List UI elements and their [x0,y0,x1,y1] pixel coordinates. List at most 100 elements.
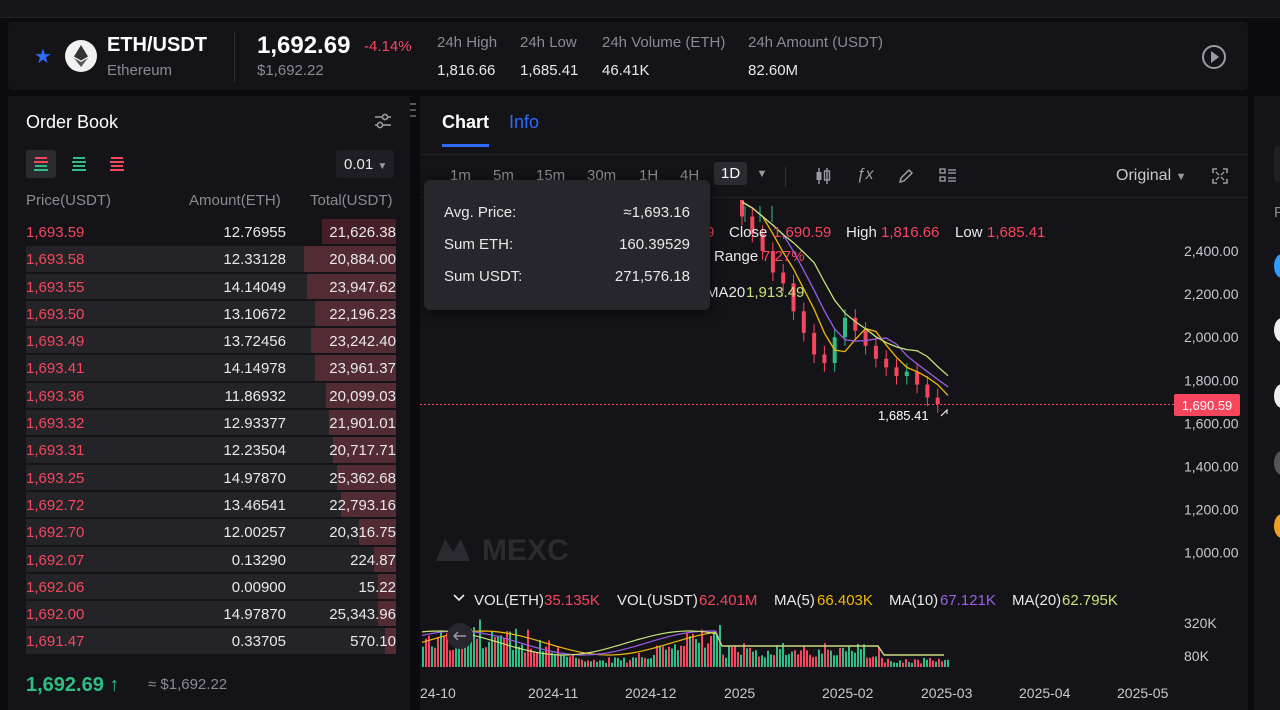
volume-bar [926,659,928,667]
order-row[interactable]: 1,692.70 12.00257 20,316.75 [26,518,396,545]
vol-tick-320k: 320K [1184,615,1217,631]
order-row[interactable]: 1,693.31 12.23504 20,717.71 [26,436,396,463]
view-asks-icon[interactable] [102,150,132,178]
interval-1d[interactable]: 1D [714,162,748,185]
row-total: 20,717.71 [329,442,396,460]
volume-bar [923,657,925,667]
precision-select[interactable]: 0.01 ▼ [336,150,394,178]
volume-bar [569,656,571,667]
row-total: 21,901.01 [329,415,396,433]
volume-bar [749,647,751,667]
volume-bar [527,629,529,667]
view-bids-icon[interactable] [64,150,94,178]
chevron-down-icon: ▼ [1175,171,1187,183]
row-price: 1,693.58 [26,251,85,269]
stat-value-24h-amount: 82.60M [748,62,799,79]
volume-bar [740,654,742,667]
volume-bar [587,660,589,667]
row-price: 1,693.31 [26,442,85,460]
usd-value: $1,692.22 [257,62,324,79]
play-icon[interactable] [1202,45,1226,69]
order-row[interactable]: 1,692.00 14.97870 25,343.96 [26,600,396,627]
active-tab-indicator [442,144,489,147]
volume-bar [881,657,883,667]
row-total: 20,099.03 [329,387,396,405]
volume-bar [878,647,880,667]
settings-sliders-icon[interactable] [372,110,394,132]
order-row[interactable]: 1,692.72 13.46541 22,793.16 [26,491,396,518]
order-row[interactable]: 1,693.41 14.14978 23,961.37 [26,354,396,381]
volume-bar [836,655,838,667]
x-tick-label: 2024-12 [625,685,677,701]
view-both-icon[interactable] [26,150,56,178]
order-row[interactable]: 1,693.50 13.10672 22,196.23 [26,300,396,327]
volume-bar [581,659,583,667]
candle [822,354,827,364]
y-tick-label: 2,400.00 [1184,243,1239,259]
current-price-tag-label: 1,690.59 [1182,398,1233,413]
price-mode-select[interactable]: Original ▼ [1116,167,1186,185]
ask-rows: 1,693.59 12.76955 21,626.38 1,693.58 12.3312… [26,218,396,655]
row-price: 1,693.36 [26,387,85,405]
volume-bar [842,647,844,667]
order-row[interactable]: 1,693.55 14.14049 23,947.62 [26,273,396,300]
volume-bar [725,657,727,667]
row-price: 1,691.47 [26,633,85,651]
volume-bar [782,643,784,667]
fullscreen-icon[interactable] [1210,166,1230,186]
order-row[interactable]: 1,692.06 0.00900 15.22 [26,573,396,600]
price-mode-value: Original [1116,167,1172,184]
volume-bar [617,657,619,667]
volume-bar [743,643,745,667]
order-row[interactable]: 1,693.49 13.72456 23,242.40 [26,327,396,354]
drawing-pencil-icon[interactable] [896,166,916,186]
volume-bar [425,638,427,667]
high-label: High [846,224,877,241]
volume-bar [626,662,628,667]
order-row[interactable]: 1,693.25 14.97870 25,362.68 [26,464,396,491]
low-marker-label: 1,685.41 [878,408,929,423]
volume-bar [824,643,826,667]
candle [884,358,889,368]
order-row[interactable]: 1,693.32 12.93377 21,901.01 [26,409,396,436]
pair-name[interactable]: ETH/USDT [107,34,207,57]
collapse-volume-chevron-icon[interactable] [453,594,465,602]
candlestick-type-icon[interactable] [813,166,833,186]
toolbar-divider [785,167,786,187]
tooltip-eth-label: Sum ETH: [444,236,514,253]
panel-resize-handle[interactable] [410,100,416,120]
row-price: 1,693.32 [26,415,85,433]
volume-bar [656,645,658,667]
volume-bar [779,649,781,667]
interval-more-chevron-icon[interactable]: ▼ [752,168,772,188]
volume-bar [764,657,766,667]
favorite-star-icon[interactable]: ★ [34,44,52,69]
volume-layer [421,619,949,667]
row-amount: 13.72456 [223,333,286,351]
vol-ma5-value: 66.403K [817,592,873,609]
vol-usdt-label: VOL(USDT) [617,592,698,609]
tab-chart[interactable]: Chart [442,112,489,133]
layout-grid-icon[interactable] [938,166,958,186]
candle [925,384,930,398]
tab-info[interactable]: Info [509,112,539,133]
vol-eth-value: 35.135K [544,592,600,609]
order-row[interactable]: 1,693.58 12.33128 20,884.00 [26,245,396,272]
volume-bar [668,646,670,667]
order-row[interactable]: 1,693.59 12.76955 21,626.38 [26,218,396,245]
volume-bar [788,654,790,667]
footer-last-price: 1,692.69 ↑ [26,674,119,697]
order-row[interactable]: 1,693.36 11.86932 20,099.03 [26,382,396,409]
volume-bar [566,656,568,667]
volume-bar [497,635,499,667]
volume-bar [647,658,649,667]
tooltip-usdt-value: 271,576.18 [614,268,690,285]
volume-bar [662,646,664,667]
order-row[interactable]: 1,691.47 0.33705 570.10 [26,627,396,654]
row-price: 1,693.55 [26,278,85,296]
indicators-fx-icon[interactable]: ƒx [855,166,875,186]
volume-bar [536,652,538,667]
stat-value-24h-high: 1,816.66 [437,62,496,79]
order-row[interactable]: 1,692.07 0.13290 224.87 [26,546,396,573]
volume-bar [875,656,877,667]
